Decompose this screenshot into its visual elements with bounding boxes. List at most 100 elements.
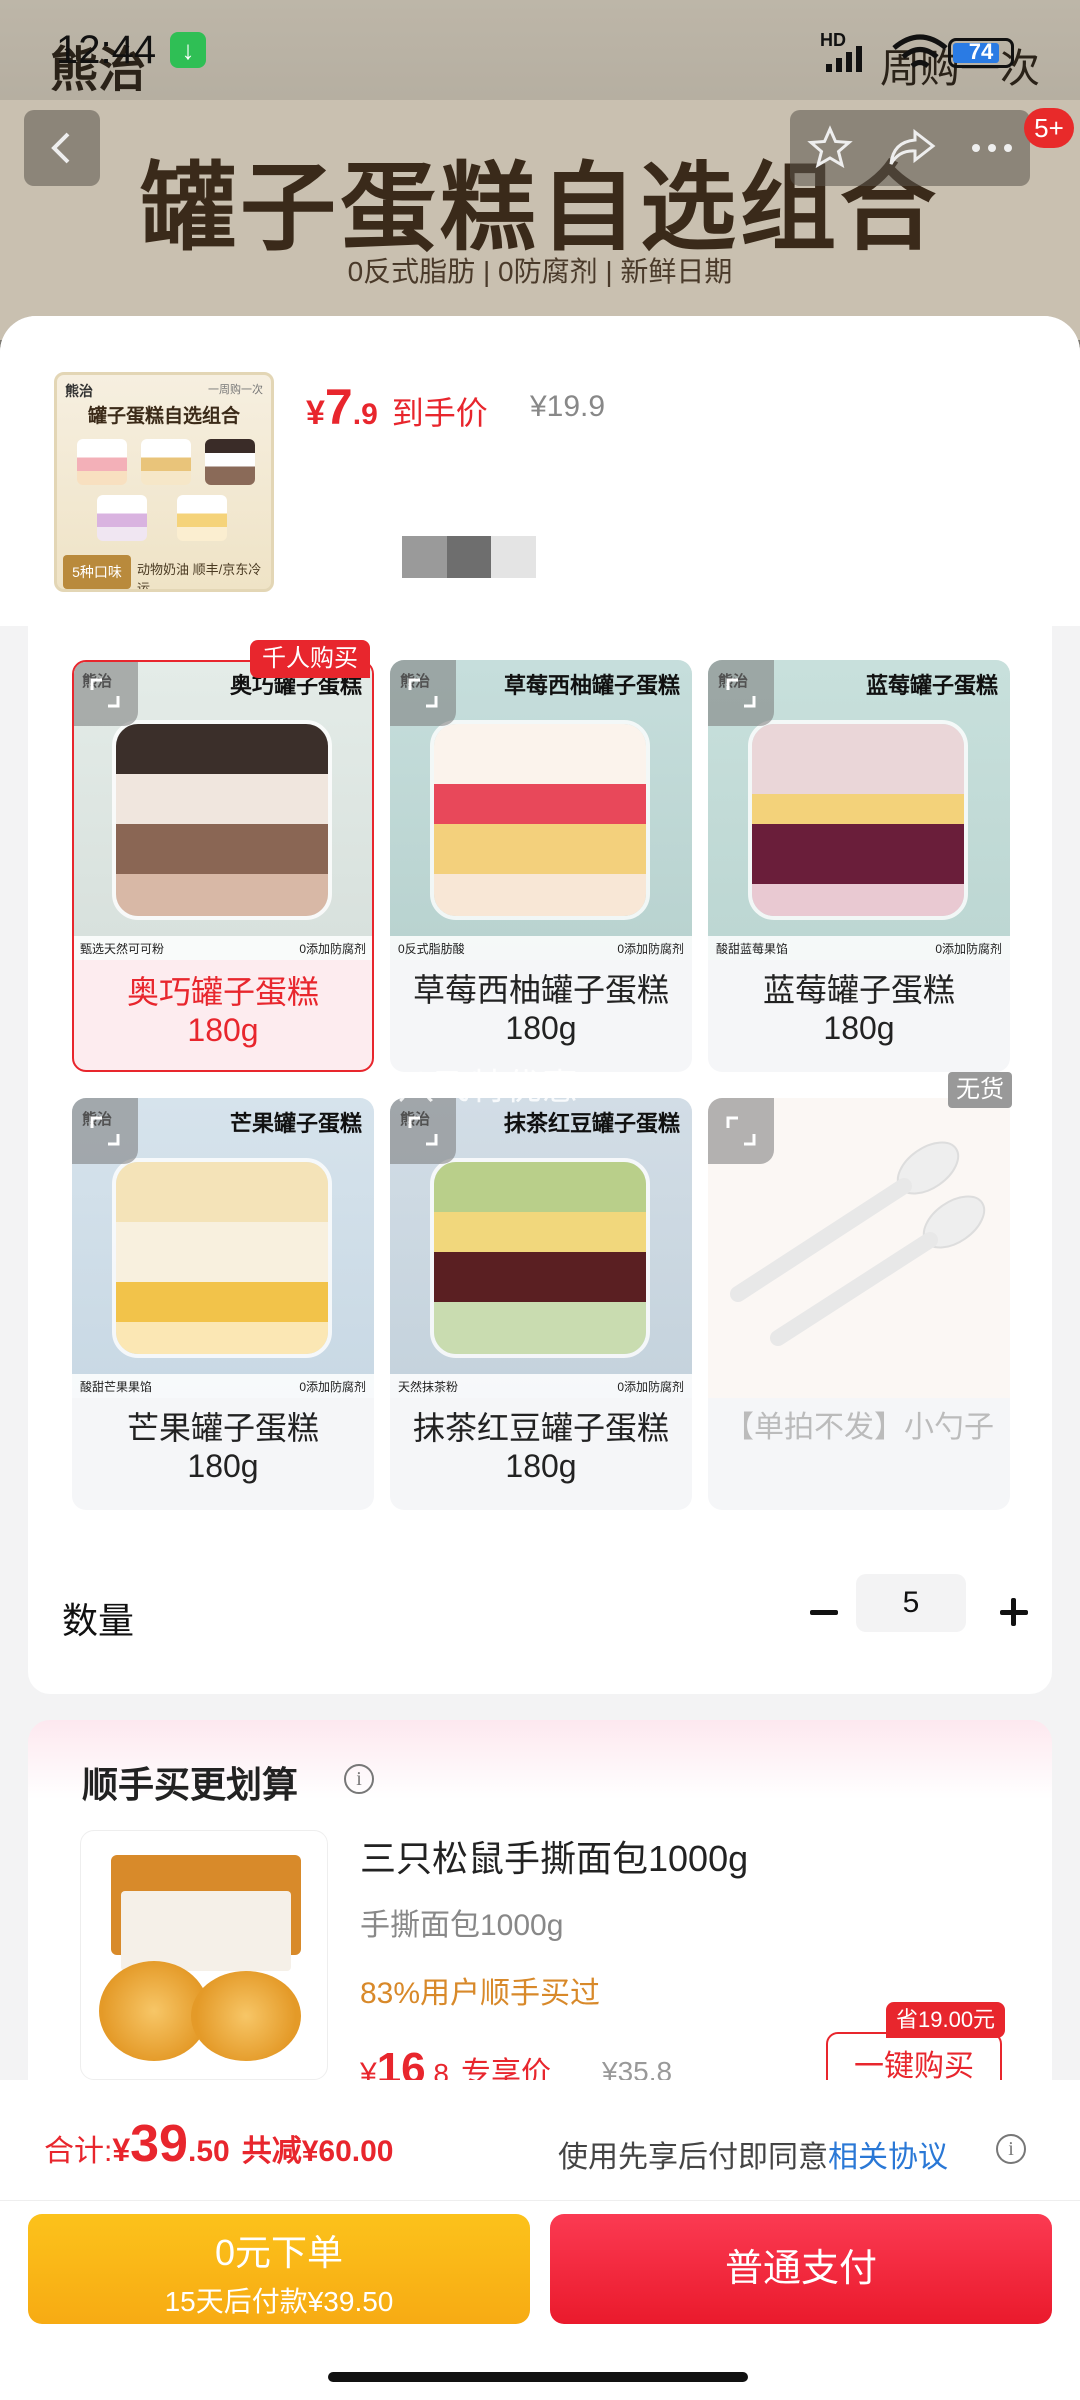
upsell-product-image[interactable]	[80, 1830, 328, 2080]
expand-button[interactable]	[708, 660, 774, 726]
background-banner-tags: 0反式脂肪 | 0防腐剂 | 新鲜日期	[347, 256, 733, 287]
option-photo: 熊治 抹茶红豆罐子蛋糕 天然抹茶粉 0添加防腐剂	[390, 1098, 692, 1398]
photo-title: 蓝莓罐子蛋糕	[865, 673, 998, 698]
expand-icon	[408, 678, 438, 708]
option-name: 【单拍不发】小勺子	[724, 1411, 994, 1444]
quantity-label: 数量	[62, 1600, 135, 1641]
total-savings: 共减¥60.00	[241, 2135, 394, 2168]
option-card[interactable]: 熊治 蓝莓罐子蛋糕 酸甜蓝莓果馅 0添加防腐剂 蓝莓罐子蛋糕 180g	[708, 660, 1010, 1072]
thumbnail-brand: 熊治	[65, 383, 93, 399]
expand-button[interactable]	[72, 1098, 138, 1164]
option-name: 蓝莓罐子蛋糕	[762, 972, 955, 1008]
pay-later-sub: 15天后付款¥39.50	[164, 2286, 394, 2317]
info-icon[interactable]: i	[996, 2134, 1026, 2164]
wifi-icon	[892, 34, 948, 68]
feature-left: 酸甜芒果果馅	[80, 1380, 153, 1394]
product-thumbnail[interactable]: 熊治 一周购一次 罐子蛋糕自选组合 5种口味 动物奶油 顺丰/京东冷运	[54, 372, 274, 592]
option-photo	[708, 1098, 1010, 1398]
normal-pay-button[interactable]: 普通支付	[550, 2214, 1052, 2324]
thumbnail-cake-image	[205, 439, 255, 485]
photo-features: 酸甜蓝莓果馅 0添加防腐剂	[708, 936, 1010, 960]
home-indicator	[328, 2372, 748, 2382]
expand-icon	[90, 1116, 120, 1146]
expand-icon	[90, 678, 120, 708]
option-photo: 熊治 芒果罐子蛋糕 酸甜芒果果馅 0添加防腐剂	[72, 1098, 374, 1398]
star-icon[interactable]	[806, 124, 854, 172]
feature-left: 甄选天然可可粉	[80, 942, 165, 956]
hot-badge: 千人购买	[250, 640, 370, 678]
expand-icon	[726, 678, 756, 708]
upsell-title: 顺手买更划算	[82, 1764, 299, 1805]
pay-later-button[interactable]: 0元下单 15天后付款¥39.50	[28, 2214, 530, 2324]
total-label: 合计:	[44, 2135, 113, 2168]
total-currency: ¥	[112, 2132, 131, 2168]
expand-icon	[408, 1116, 438, 1146]
photo-features: 甄选天然可可粉 0添加防腐剂	[74, 936, 372, 960]
original-price: ¥19.9	[530, 390, 606, 423]
option-spec: 180g	[187, 1012, 259, 1048]
price-currency: ¥	[306, 394, 325, 432]
options-panel: 熊治 奥巧罐子蛋糕 甄选天然可可粉 0添加防腐剂 奥巧罐子蛋糕 180g 千人购…	[28, 626, 1052, 1694]
feature-right: 0添加防腐剂	[617, 942, 684, 956]
plus-button[interactable]	[996, 1582, 1056, 1642]
cake-cup-image	[748, 720, 968, 920]
option-photo: 熊治 蓝莓罐子蛋糕 酸甜蓝莓果馅 0添加防腐剂	[708, 660, 1010, 960]
thumbnail-cake-image	[97, 495, 147, 541]
back-button[interactable]	[24, 110, 100, 186]
thumbnail-cake-image	[141, 439, 191, 485]
thumbnail-title: 罐子蛋糕自选组合	[87, 406, 240, 427]
option-card[interactable]: 熊治 抹茶红豆罐子蛋糕 天然抹茶粉 0添加防腐剂 抹茶红豆罐子蛋糕 180g	[390, 1098, 692, 1510]
signal-icon	[826, 46, 862, 72]
option-spec: 180g	[505, 1010, 577, 1046]
photo-features: 天然抹茶粉 0添加防腐剂	[390, 1374, 692, 1398]
expand-button[interactable]	[74, 662, 138, 726]
thumbnail-cake-image	[177, 495, 227, 541]
battery-icon: 74	[948, 38, 1014, 68]
chevron-left-icon	[51, 132, 70, 164]
feature-right: 0添加防腐剂	[299, 1380, 366, 1394]
minus-button[interactable]	[794, 1582, 854, 1642]
thumbnail-foot-text: 动物奶油 顺丰/京东冷运	[137, 562, 262, 592]
info-icon[interactable]: i	[344, 1764, 374, 1794]
feature-right: 0添加防腐剂	[935, 942, 1002, 956]
option-card[interactable]: 熊治 草莓西柚罐子蛋糕 0反式脂肪酸 0添加防腐剂 草莓西柚罐子蛋糕 180g	[390, 660, 692, 1072]
photo-features: 酸甜芒果果馅 0添加防腐剂	[72, 1374, 374, 1398]
expand-button[interactable]	[390, 660, 456, 726]
option-photo: 熊治 草莓西柚罐子蛋糕 0反式脂肪酸 0添加防腐剂	[390, 660, 692, 960]
quantity-input[interactable]	[856, 1574, 966, 1632]
more-icon[interactable]	[970, 142, 1014, 154]
option-card[interactable]: 【单拍不发】小勺子	[708, 1098, 1010, 1510]
expand-button[interactable]	[708, 1098, 774, 1164]
cake-cup-image	[112, 720, 332, 920]
option-spec: 180g	[823, 1010, 895, 1046]
expand-icon	[726, 1116, 756, 1146]
checkout-bar: 合计: ¥ 39 .50 共减¥60.00 使用先享后付即同意相关协议 i 0元…	[0, 2080, 1080, 2400]
nav-actions	[790, 110, 1030, 186]
thumbnail-cake-image	[77, 439, 127, 485]
feature-right: 0添加防腐剂	[617, 1380, 684, 1394]
save-badge: 省19.00元	[886, 2002, 1006, 2038]
cart-count-badge: 5+	[1024, 108, 1074, 148]
photo-title: 芒果罐子蛋糕	[229, 1111, 362, 1136]
option-photo: 熊治 奥巧罐子蛋糕 甄选天然可可粉 0添加防腐剂	[74, 662, 372, 960]
status-time: 12:44	[56, 28, 157, 72]
status-bar: 12:44 ↓ HD 74	[0, 0, 1080, 100]
price-integer: 7	[324, 379, 353, 435]
price-decimal: .9	[352, 398, 378, 431]
total-amount: 合计: ¥ 39 .50 共减¥60.00	[44, 2114, 393, 2174]
upsell-stat: 83%用户顺手买过	[360, 1977, 601, 2010]
share-icon[interactable]	[887, 126, 937, 170]
cake-cup-image	[430, 720, 650, 920]
feature-left: 0反式脂肪酸	[398, 942, 465, 956]
cake-cup-image	[430, 1158, 650, 1358]
thumbnail-sub: 一周购一次	[208, 384, 263, 396]
option-spec: 180g	[187, 1448, 259, 1484]
option-name: 芒果罐子蛋糕	[126, 1410, 319, 1446]
agreement-link[interactable]: 相关协议	[828, 2141, 948, 2174]
option-name: 抹茶红豆罐子蛋糕	[412, 1410, 669, 1446]
agreement-text: 使用先享后付即同意相关协议	[558, 2132, 948, 2176]
feature-left: 酸甜蓝莓果馅	[716, 942, 789, 956]
total-decimal: .50	[187, 2135, 230, 2168]
option-card[interactable]: 熊治 奥巧罐子蛋糕 甄选天然可可粉 0添加防腐剂 奥巧罐子蛋糕 180g	[72, 660, 374, 1072]
option-card[interactable]: 熊治 芒果罐子蛋糕 酸甜芒果果馅 0添加防腐剂 芒果罐子蛋糕 180g	[72, 1098, 374, 1510]
